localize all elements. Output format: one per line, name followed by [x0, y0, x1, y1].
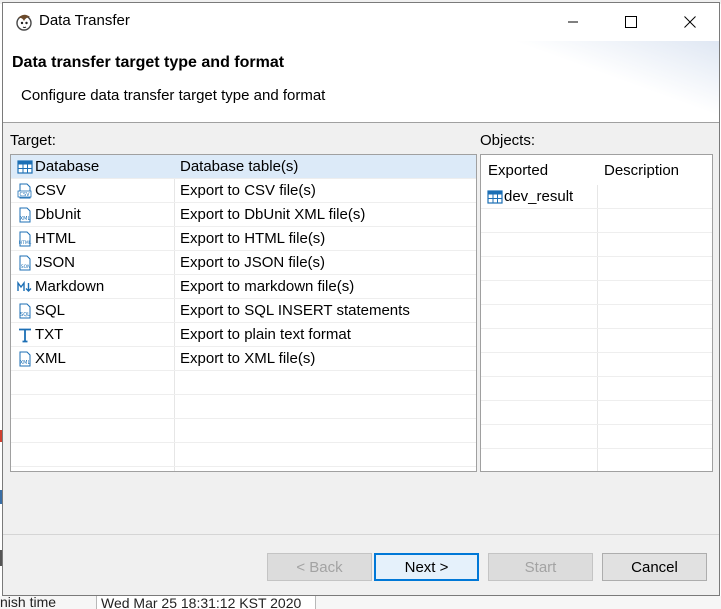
target-item-html[interactable]: HTML HTML Export to HTML file(s)	[11, 227, 476, 251]
maximize-button[interactable]	[602, 3, 660, 41]
close-button[interactable]	[661, 3, 719, 41]
title-bar[interactable]: Data Transfer	[3, 3, 719, 41]
target-item-description: Export to XML file(s)	[180, 350, 316, 367]
target-item-label: XML	[35, 350, 66, 367]
empty-row	[481, 305, 712, 329]
target-item-label: TXT	[35, 326, 64, 343]
json-file-icon: JSON	[18, 255, 31, 271]
minimize-icon	[568, 21, 578, 23]
empty-row	[481, 401, 712, 425]
target-item-description: Database table(s)	[180, 158, 299, 175]
target-item-label: Database	[35, 158, 100, 175]
target-item-label: JSON	[35, 254, 76, 271]
footer-separator	[3, 534, 719, 535]
background-form: nish time Wed Mar 25 18:31:12 KST 2020	[0, 596, 721, 609]
csv-file-icon: CSV	[17, 183, 32, 199]
svg-text:HTML: HTML	[19, 240, 32, 246]
target-list[interactable]: Database Database table(s) CSV CSV Expor…	[10, 154, 477, 472]
target-item-sql[interactable]: SQL SQL Export to SQL INSERT statements	[11, 299, 476, 323]
empty-row	[481, 209, 712, 233]
svg-text:CSV: CSV	[19, 192, 30, 198]
target-item-label: HTML	[35, 230, 76, 247]
target-item-description: Export to JSON file(s)	[180, 254, 326, 271]
close-icon	[684, 16, 696, 28]
target-item-description: Export to CSV file(s)	[180, 182, 316, 199]
svg-text:SQL: SQL	[20, 312, 30, 318]
html-file-icon: HTML	[19, 231, 32, 247]
target-item-label: DbUnit	[35, 206, 81, 223]
markdown-icon	[17, 280, 32, 292]
dbeaver-app-icon	[16, 14, 32, 31]
empty-row	[481, 329, 712, 353]
empty-row	[11, 371, 476, 395]
empty-row	[481, 353, 712, 377]
empty-row	[11, 395, 476, 419]
start-button[interactable]: Start	[488, 553, 593, 581]
svg-text:JSON: JSON	[18, 264, 30, 270]
cancel-button[interactable]: Cancel	[602, 553, 707, 581]
target-item-json[interactable]: JSON JSON Export to JSON file(s)	[11, 251, 476, 275]
data-transfer-dialog: Data Transfer Data transfer target type …	[2, 2, 720, 596]
empty-row	[481, 233, 712, 257]
database-table-icon	[487, 190, 503, 204]
back-button[interactable]: < Back	[267, 553, 372, 581]
target-item-description: Export to markdown file(s)	[180, 278, 355, 295]
objects-label: Objects:	[480, 132, 536, 149]
svg-text:XML: XML	[20, 216, 31, 222]
target-item-dbunit[interactable]: XML DbUnit Export to DbUnit XML file(s)	[11, 203, 476, 227]
xml-file-icon: XML	[19, 207, 31, 223]
empty-row	[481, 449, 712, 471]
maximize-icon	[625, 16, 637, 28]
wizard-header: Data transfer target type and format Con…	[3, 41, 719, 123]
next-button[interactable]: Next >	[374, 553, 479, 581]
target-item-description: Export to SQL INSERT statements	[180, 302, 410, 319]
empty-row	[481, 257, 712, 281]
empty-row	[481, 281, 712, 305]
objects-table[interactable]: Exported Description dev_result	[480, 154, 713, 472]
database-table-icon	[17, 160, 33, 174]
target-item-description: Export to plain text format	[180, 326, 351, 343]
xml-file-icon: XML	[19, 351, 31, 367]
target-item-description: Export to HTML file(s)	[180, 230, 326, 247]
window-title: Data Transfer	[39, 12, 130, 29]
target-item-label: SQL	[35, 302, 66, 319]
target-item-database[interactable]: Database Database table(s)	[11, 155, 476, 179]
background-field-label: nish time	[0, 596, 57, 609]
target-label: Target:	[10, 132, 56, 149]
sql-file-icon: SQL	[19, 303, 31, 319]
empty-row	[11, 443, 476, 467]
target-item-xml[interactable]: XML XML Export to XML file(s)	[11, 347, 476, 371]
empty-row	[11, 419, 476, 443]
target-item-csv[interactable]: CSV CSV Export to CSV file(s)	[11, 179, 476, 203]
target-item-description: Export to DbUnit XML file(s)	[180, 206, 366, 223]
target-item-txt[interactable]: TXT Export to plain text format	[11, 323, 476, 347]
svg-text:XML: XML	[20, 360, 31, 366]
empty-row	[481, 377, 712, 401]
text-format-icon	[19, 328, 31, 343]
objects-table-header: Exported Description	[481, 155, 712, 185]
target-item-label: Markdown	[35, 278, 105, 295]
table-row[interactable]: dev_result	[481, 185, 712, 209]
page-title: Data transfer target type and format	[12, 54, 285, 71]
target-item-markdown[interactable]: Markdown Export to markdown file(s)	[11, 275, 476, 299]
exported-object-name: dev_result	[504, 188, 574, 205]
page-description: Configure data transfer target type and …	[21, 87, 326, 104]
column-header-description[interactable]: Description	[604, 162, 679, 179]
minimize-button[interactable]	[544, 3, 602, 41]
target-item-label: CSV	[35, 182, 66, 199]
column-header-exported[interactable]: Exported	[488, 162, 548, 179]
background-field-value: Wed Mar 25 18:31:12 KST 2020	[96, 596, 316, 609]
empty-row	[481, 425, 712, 449]
